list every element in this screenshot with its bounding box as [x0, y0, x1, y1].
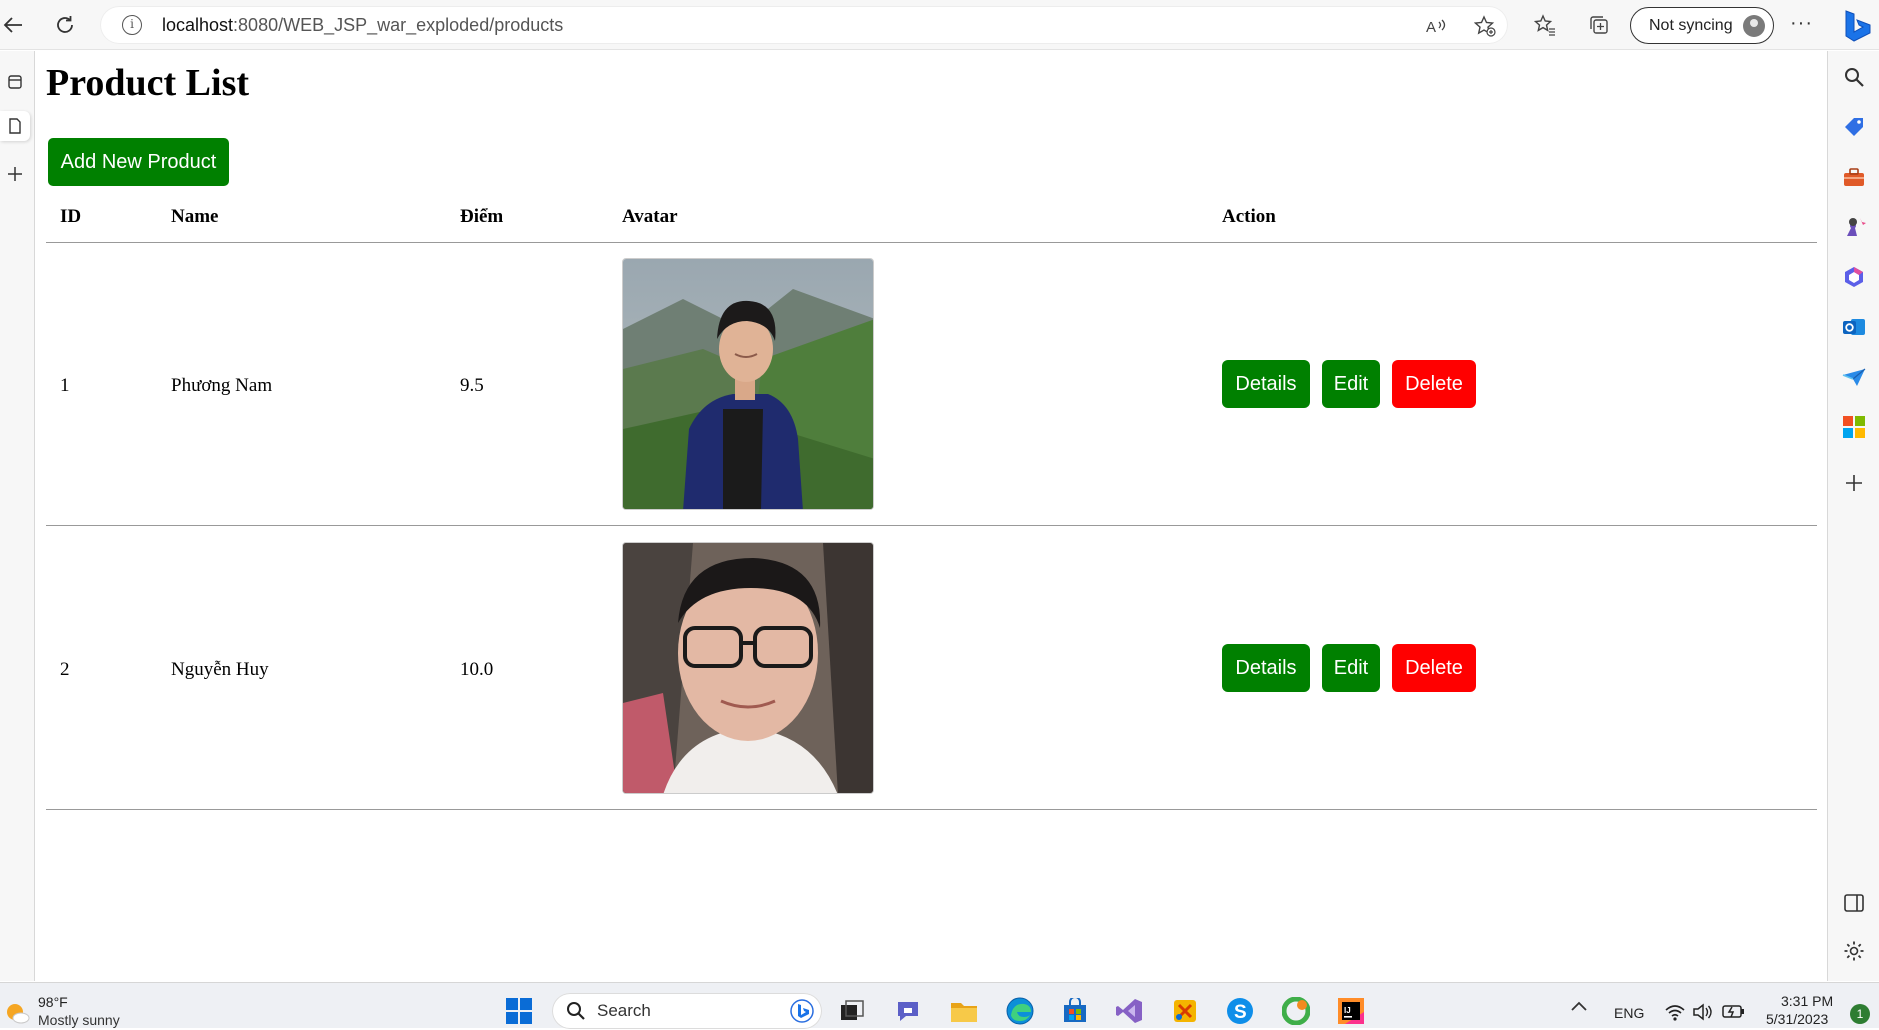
clock-date[interactable]: 5/31/2023: [1766, 1011, 1828, 1027]
shopping-tag-icon[interactable]: [1840, 113, 1868, 141]
table-row: 2 Nguyễn Huy 10.0 Details Edit Delete: [46, 527, 1817, 810]
profile-avatar-icon: [1743, 15, 1765, 37]
cell-name: Phương Nam: [171, 375, 273, 396]
browser-toolbar: i localhost:8080/WEB_JSP_war_exploded/pr…: [0, 0, 1879, 50]
edit-button[interactable]: Edit: [1322, 644, 1380, 692]
avatar-photo: [622, 542, 874, 794]
search-label: Search: [597, 1001, 651, 1020]
svg-text:IJ: IJ: [1344, 1006, 1351, 1015]
input-language[interactable]: ENG: [1614, 1005, 1644, 1021]
taskbar-search-input[interactable]: Search: [552, 993, 822, 1029]
cell-score: 9.5: [460, 375, 484, 396]
bing-search-icon: [790, 999, 814, 1028]
page-title: Product List: [46, 62, 250, 104]
favorites-icon[interactable]: [1532, 12, 1558, 38]
battery-charging-icon[interactable]: [1722, 1002, 1746, 1025]
svg-text:S: S: [1234, 1002, 1247, 1023]
table-row: 1 Phương Nam 9.5 Details Edit Delete: [46, 243, 1817, 526]
new-tab-plus-icon[interactable]: [0, 159, 30, 189]
windows-taskbar: 98°F Mostly sunny Search S IJ ENG 3:31 P…: [0, 982, 1879, 1029]
read-aloud-icon[interactable]: A: [1425, 14, 1449, 38]
file-explorer-icon[interactable]: [948, 995, 980, 1027]
outlook-icon[interactable]: [1840, 313, 1868, 341]
column-header-id: ID: [60, 206, 82, 227]
tab-actions-icon[interactable]: [0, 67, 30, 97]
collections-icon[interactable]: [1586, 12, 1612, 38]
clock-time[interactable]: 3:31 PM: [1781, 993, 1833, 1009]
cell-name: Nguyễn Huy: [171, 659, 269, 680]
teams-chat-icon[interactable]: [892, 995, 924, 1027]
show-hidden-icons-chevron-icon[interactable]: [1570, 999, 1588, 1018]
weather-description[interactable]: Mostly sunny: [38, 1012, 120, 1028]
drop-send-icon[interactable]: [1840, 363, 1868, 391]
visual-studio-icon[interactable]: [1114, 995, 1146, 1027]
snipping-tool-icon[interactable]: [1169, 995, 1201, 1027]
bing-copilot-icon[interactable]: [1840, 8, 1874, 44]
wifi-icon[interactable]: [1665, 1003, 1685, 1026]
search-icon: [566, 1001, 586, 1026]
games-icon[interactable]: [1840, 213, 1868, 241]
add-favorite-icon[interactable]: [1473, 14, 1497, 38]
skype-icon[interactable]: S: [1224, 995, 1256, 1027]
edit-button[interactable]: Edit: [1322, 360, 1380, 408]
delete-button[interactable]: Delete: [1392, 644, 1476, 692]
hide-sidebar-icon[interactable]: [1840, 889, 1868, 917]
microsoft-store-icon[interactable]: [1059, 995, 1091, 1027]
details-button[interactable]: Details: [1222, 644, 1310, 692]
sync-label: Not syncing: [1649, 17, 1733, 34]
site-info-icon[interactable]: i: [122, 15, 142, 35]
notification-badge[interactable]: 1: [1850, 1004, 1870, 1024]
active-tab-page-icon[interactable]: [0, 111, 30, 141]
app-green-icon[interactable]: [1280, 995, 1312, 1027]
details-button[interactable]: Details: [1222, 360, 1310, 408]
page-content: Product List Add New Product ID Name Điể…: [36, 51, 1826, 981]
cell-id: 1: [60, 375, 70, 396]
edge-sidebar: [1827, 51, 1879, 981]
delete-button[interactable]: Delete: [1392, 360, 1476, 408]
microsoft-store-grid-icon[interactable]: [1840, 413, 1868, 441]
column-header-action: Action: [1222, 206, 1276, 227]
add-new-product-button[interactable]: Add New Product: [48, 138, 229, 186]
intellij-idea-icon[interactable]: IJ: [1335, 995, 1367, 1027]
cell-score: 10.0: [460, 659, 494, 680]
tools-briefcase-icon[interactable]: [1840, 163, 1868, 191]
cell-id: 2: [60, 659, 70, 680]
volume-icon[interactable]: [1692, 1003, 1712, 1026]
microsoft-365-icon[interactable]: [1840, 263, 1868, 291]
address-bar[interactable]: i localhost:8080/WEB_JSP_war_exploded/pr…: [100, 6, 1508, 44]
weather-temperature[interactable]: 98°F: [38, 994, 68, 1010]
edge-browser-icon[interactable]: [1004, 995, 1036, 1027]
vertical-tab-strip: [0, 51, 35, 981]
sidebar-settings-icon[interactable]: [1840, 937, 1868, 965]
column-header-score: Điểm: [460, 206, 504, 227]
weather-sunny-icon[interactable]: [4, 999, 30, 1025]
add-sidebar-app-icon[interactable]: [1840, 469, 1868, 497]
avatar-photo: [622, 258, 874, 510]
column-header-avatar: Avatar: [622, 206, 678, 227]
url-text[interactable]: localhost:8080/WEB_JSP_war_exploded/prod…: [162, 15, 563, 36]
svg-text:A: A: [1426, 19, 1436, 36]
profile-sync-button[interactable]: Not syncing: [1630, 7, 1774, 44]
column-header-name: Name: [171, 206, 219, 227]
more-menu-icon[interactable]: ···: [1790, 12, 1813, 35]
back-icon[interactable]: [0, 12, 26, 38]
refresh-icon[interactable]: [52, 12, 78, 38]
task-view-icon[interactable]: [836, 995, 868, 1027]
search-icon[interactable]: [1840, 63, 1868, 91]
windows-start-icon[interactable]: [503, 995, 535, 1027]
